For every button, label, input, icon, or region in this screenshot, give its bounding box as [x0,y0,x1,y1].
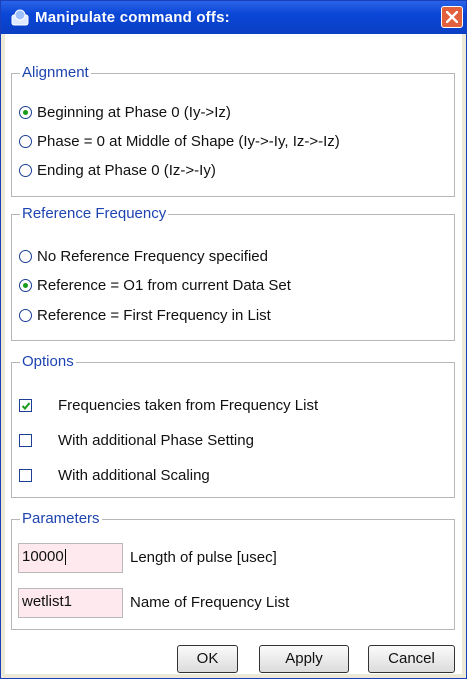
pulse-length-label: Length of pulse [usec] [130,549,277,566]
option-additional-phase[interactable]: With additional Phase Setting [19,429,254,451]
checkbox[interactable] [19,433,32,447]
reference-option-label: No Reference Frequency specified [37,247,268,265]
radio-icon[interactable] [19,308,32,322]
alignment-legend: Alignment [20,64,91,81]
apply-button[interactable]: Apply [259,645,349,673]
parameters-legend: Parameters [20,510,102,527]
cancel-button[interactable]: Cancel [368,645,455,673]
alignment-option-label: Beginning at Phase 0 (Iy->Iz) [37,103,231,121]
frequency-list-input[interactable]: wetlist1 [18,588,123,618]
pulse-length-input[interactable]: 10000 [18,543,123,573]
alignment-option-middle[interactable]: Phase = 0 at Middle of Shape (Iy->-Iy, I… [19,130,340,152]
frequency-list-value: wetlist1 [22,593,73,610]
dialog-content: Alignment Beginning at Phase 0 (Iy->Iz) … [5,34,462,674]
alignment-option-label: Ending at Phase 0 (Iz->-Iy) [37,161,216,179]
option-label: Frequencies taken from Frequency List [58,396,319,414]
pulse-length-value: 10000 [22,548,64,565]
reference-option-o1[interactable]: Reference = O1 from current Data Set [19,274,291,296]
reference-frequency-legend: Reference Frequency [20,205,169,222]
checkbox-checked[interactable] [19,398,32,412]
app-icon [11,9,29,26]
option-label: With additional Scaling [58,466,210,484]
parameters-group: Parameters 10000 Length of pulse [usec] … [11,510,455,630]
alignment-option-ending[interactable]: Ending at Phase 0 (Iz->-Iy) [19,159,216,181]
reference-frequency-group: Reference Frequency No Reference Frequen… [11,205,455,341]
alignment-group: Alignment Beginning at Phase 0 (Iy->Iz) … [11,64,455,197]
options-group: Options Frequencies taken from Frequency… [11,353,455,498]
title-bar[interactable]: Manipulate command offs: [1,1,466,34]
checkbox[interactable] [19,468,32,482]
option-additional-scaling[interactable]: With additional Scaling [19,464,210,486]
dialog-window: Manipulate command offs: Alignment Begin… [0,0,467,679]
radio-icon[interactable] [19,134,32,148]
checkmark-icon [21,401,31,410]
reference-option-none[interactable]: No Reference Frequency specified [19,245,268,267]
window-title: Manipulate command offs: [35,9,230,26]
option-frequencies-from-list[interactable]: Frequencies taken from Frequency List [19,394,318,416]
radio-icon[interactable] [19,163,32,177]
radio-selected-icon[interactable] [19,105,32,119]
options-legend: Options [20,353,76,370]
close-button[interactable] [441,6,463,28]
alignment-option-beginning[interactable]: Beginning at Phase 0 (Iy->Iz) [19,101,231,123]
ok-button[interactable]: OK [177,645,238,673]
reference-option-first[interactable]: Reference = First Frequency in List [19,304,271,326]
radio-icon[interactable] [19,249,32,263]
alignment-option-label: Phase = 0 at Middle of Shape (Iy->-Iy, I… [37,132,340,150]
close-icon [446,11,458,23]
reference-option-label: Reference = O1 from current Data Set [37,276,291,294]
reference-option-label: Reference = First Frequency in List [37,306,271,324]
option-label: With additional Phase Setting [58,431,254,449]
radio-selected-icon[interactable] [19,278,32,292]
text-caret [64,549,66,566]
frequency-list-label: Name of Frequency List [130,594,290,611]
